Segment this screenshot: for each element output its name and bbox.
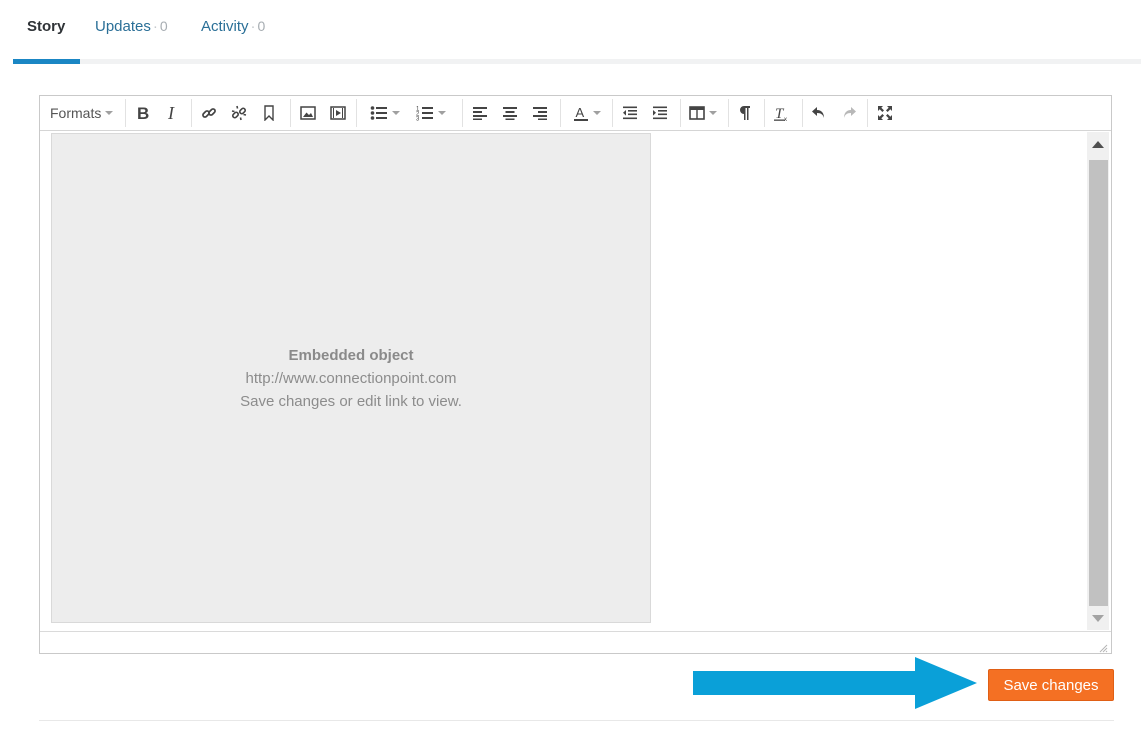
tab-bar-underline	[13, 59, 1141, 64]
resize-handle-icon[interactable]	[1098, 640, 1108, 653]
svg-text:3: 3	[416, 117, 420, 122]
svg-text:I: I	[167, 105, 175, 121]
embed-hint: Save changes or edit link to view.	[240, 392, 462, 410]
tab-activity-separator: ·	[250, 18, 256, 35]
fullscreen-icon[interactable]	[870, 100, 900, 126]
chevron-down-icon	[392, 111, 400, 115]
active-tab-indicator	[13, 59, 80, 64]
svg-text:x: x	[784, 117, 787, 121]
clear-formatting-icon[interactable]: Tx	[767, 100, 797, 126]
tab-activity[interactable]: Activity · 0	[201, 18, 265, 35]
unlink-icon[interactable]	[224, 100, 254, 126]
toolbar-divider	[612, 99, 613, 127]
indent-icon[interactable]	[645, 100, 675, 126]
bookmark-icon[interactable]	[254, 100, 284, 126]
embedded-object-placeholder[interactable]: Embedded object http://www.connectionpoi…	[51, 133, 651, 623]
chevron-down-icon	[438, 111, 446, 115]
embed-title: Embedded object	[288, 346, 414, 364]
bullet-list-icon[interactable]	[362, 100, 408, 126]
save-changes-button[interactable]: Save changes	[988, 669, 1114, 701]
redo-icon[interactable]	[834, 100, 864, 126]
arrow-down-icon	[1092, 614, 1104, 622]
rich-text-editor: Formats B I 1 2 3 A T x Embedded object …	[39, 95, 1112, 654]
tab-activity-label: Activity	[201, 18, 249, 35]
tab-activity-count: 0	[257, 18, 266, 34]
svg-text:A: A	[576, 105, 585, 120]
chevron-down-icon	[709, 111, 717, 115]
outdent-icon[interactable]	[615, 100, 645, 126]
align-right-icon[interactable]	[525, 100, 555, 126]
editor-toolbar: Formats B I 1 2 3 A T x	[40, 96, 1111, 131]
footer-divider	[39, 720, 1114, 721]
scroll-up-button[interactable]	[1087, 132, 1109, 156]
toolbar-divider	[290, 99, 291, 127]
svg-text:B: B	[137, 105, 149, 121]
undo-icon[interactable]	[804, 100, 834, 126]
tab-updates-separator: ·	[152, 18, 158, 35]
media-icon[interactable]	[323, 100, 353, 126]
toolbar-divider	[191, 99, 192, 127]
toolbar-divider	[867, 99, 868, 127]
toolbar-divider	[802, 99, 803, 127]
image-icon[interactable]	[293, 100, 323, 126]
scroll-thumb[interactable]	[1089, 160, 1108, 606]
embed-url: http://www.connectionpoint.com	[245, 369, 457, 387]
vertical-scrollbar[interactable]	[1087, 132, 1109, 630]
toolbar-divider	[680, 99, 681, 127]
scroll-down-button[interactable]	[1087, 606, 1109, 630]
paragraph-icon[interactable]	[730, 100, 760, 126]
chevron-down-icon	[593, 111, 601, 115]
tab-bar: Story Updates · 0 Activity · 0	[13, 0, 1141, 64]
bold-icon[interactable]: B	[128, 100, 158, 126]
toolbar-divider	[728, 99, 729, 127]
arrow-up-icon	[1092, 140, 1104, 148]
text-color-icon[interactable]: A	[564, 100, 610, 126]
italic-icon[interactable]: I	[158, 100, 188, 126]
tab-updates-count: 0	[159, 18, 168, 34]
editor-statusbar	[40, 631, 1111, 653]
tab-story[interactable]: Story	[27, 18, 65, 35]
align-center-icon[interactable]	[495, 100, 525, 126]
table-icon[interactable]	[683, 100, 723, 126]
numbered-list-icon[interactable]: 123	[408, 100, 454, 126]
align-left-icon[interactable]	[465, 100, 495, 126]
tab-updates-label: Updates	[95, 18, 151, 35]
toolbar-divider	[462, 99, 463, 127]
chevron-down-icon	[105, 111, 114, 115]
formats-dropdown[interactable]: Formats	[40, 96, 124, 130]
editor-content-area[interactable]: Embedded object http://www.connectionpoi…	[40, 131, 1086, 631]
annotation-arrow-icon	[693, 657, 977, 709]
toolbar-divider	[356, 99, 357, 127]
tab-updates[interactable]: Updates · 0	[95, 18, 168, 35]
formats-label: Formats	[50, 105, 102, 121]
toolbar-divider	[125, 99, 126, 127]
toolbar-divider	[560, 99, 561, 127]
tab-story-label: Story	[27, 18, 66, 35]
link-icon[interactable]	[194, 100, 224, 126]
toolbar-divider	[764, 99, 765, 127]
